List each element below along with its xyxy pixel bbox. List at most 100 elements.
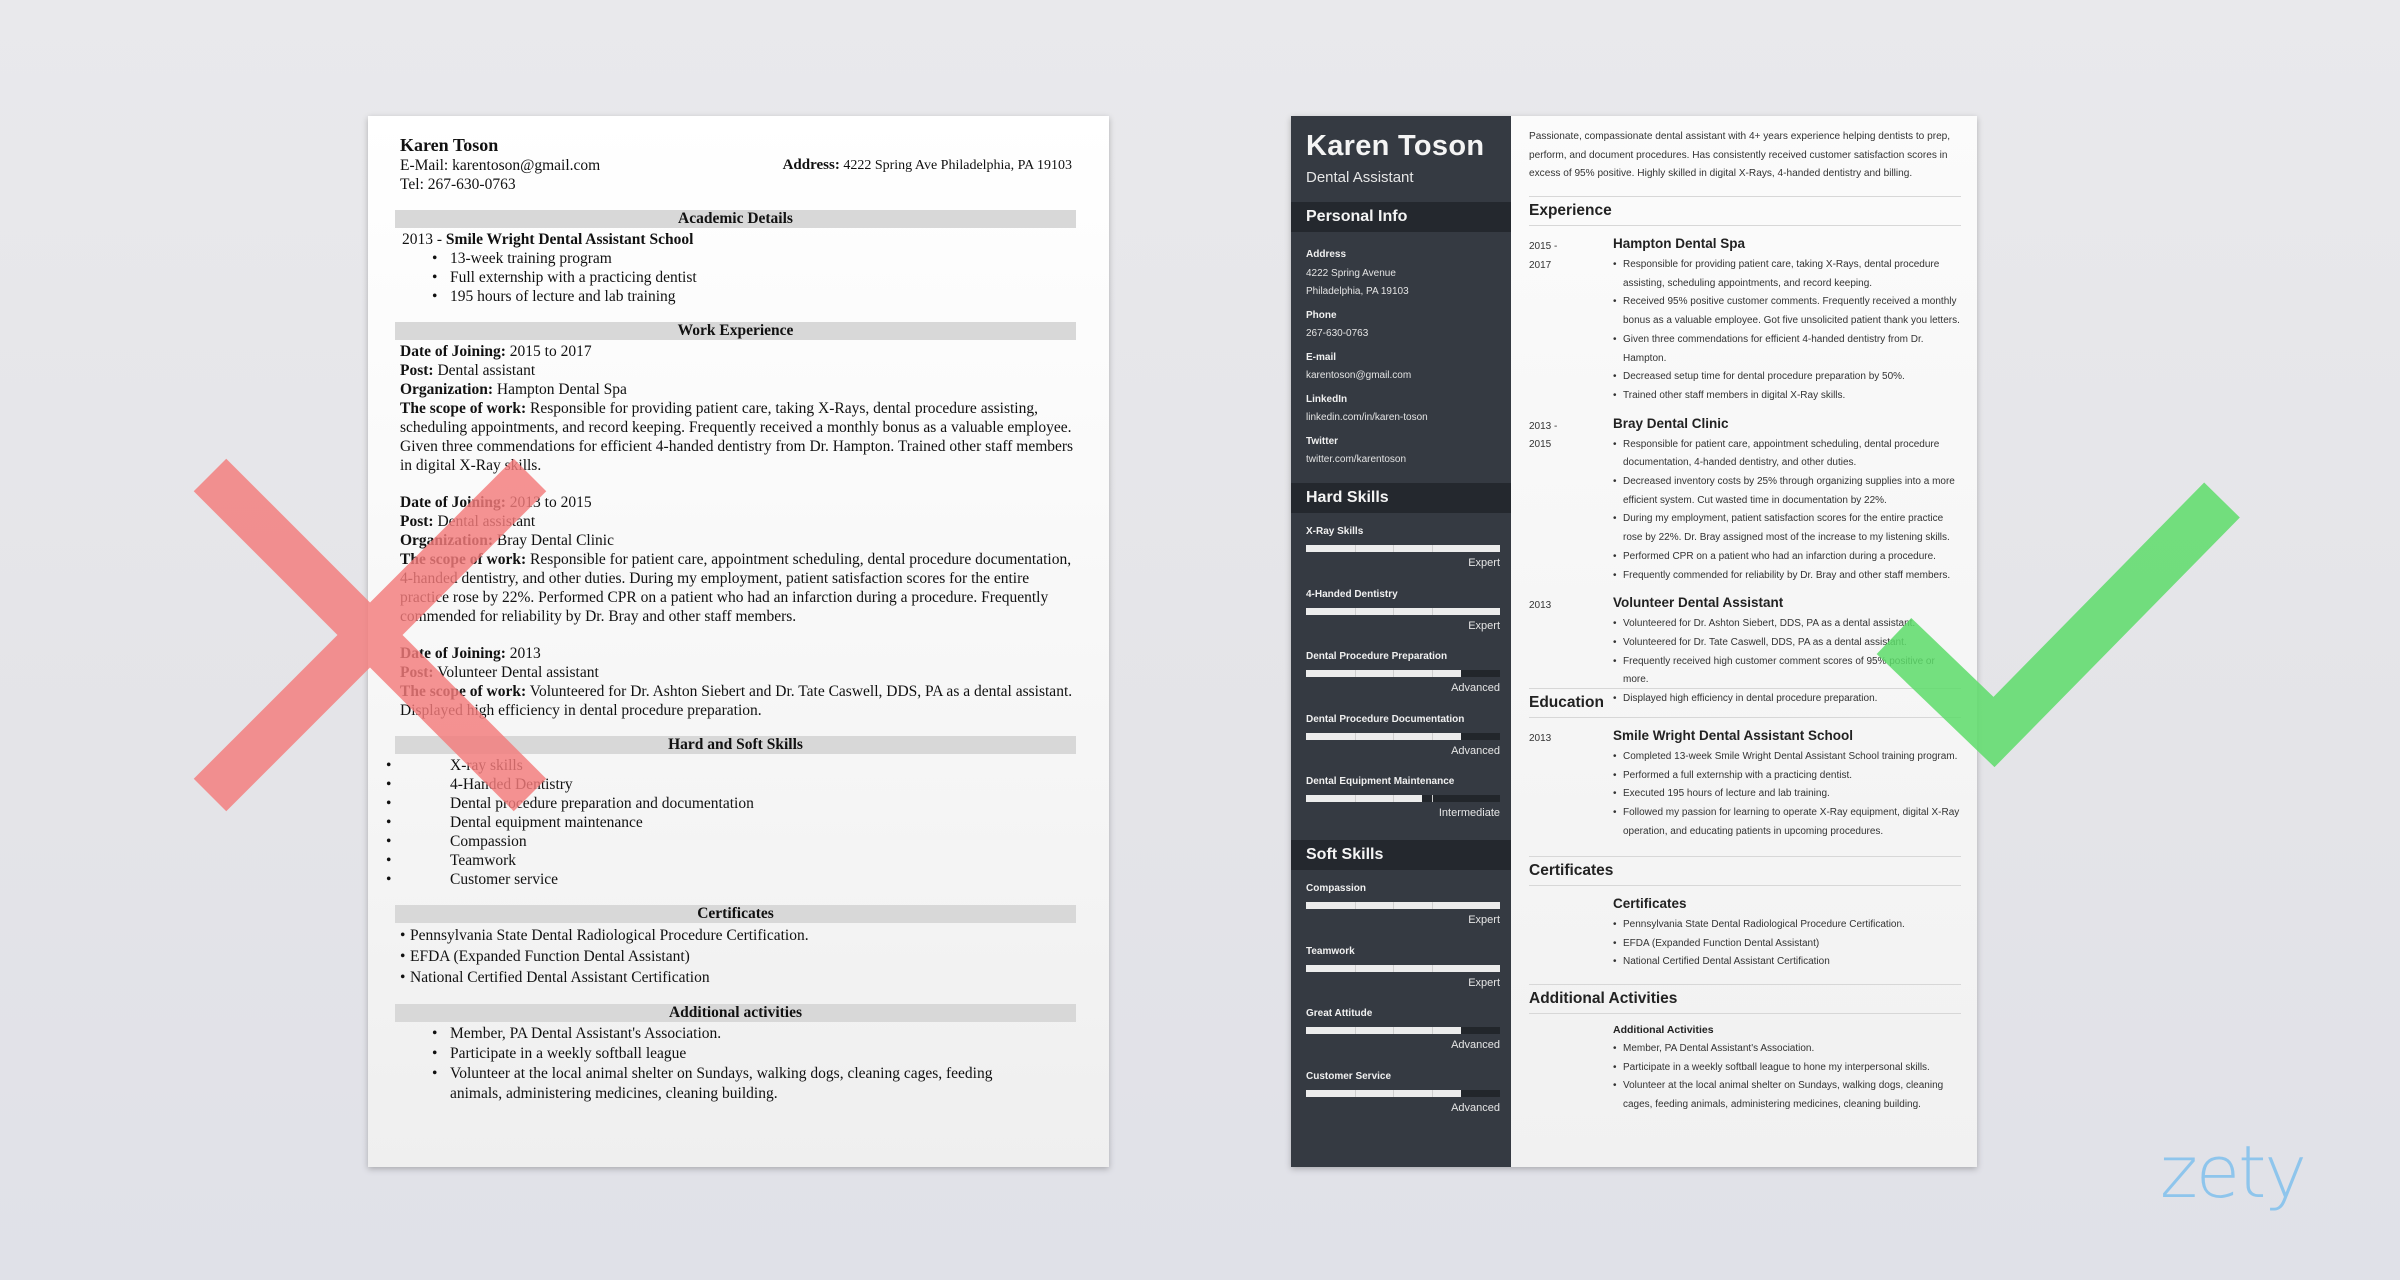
certificates-list: Pennsylvania State Dental Radiological P…	[398, 925, 1078, 988]
skill-bar	[1306, 1027, 1500, 1034]
skill-bar	[1306, 964, 1500, 972]
skill-bar	[1306, 732, 1500, 740]
skill-bar-tick	[1393, 902, 1395, 909]
job-org: Hampton Dental Spa	[496, 381, 627, 398]
section-header: Hard and Soft Skills	[395, 736, 1076, 754]
list-item: Responsible for providing patient care, …	[1613, 256, 1961, 293]
entry-bullets: Responsible for patient care, appointmen…	[1613, 436, 1961, 586]
job-date: 2013 to 2015	[509, 494, 592, 511]
school-name: Smile Wright Dental Assistant School	[445, 231, 694, 248]
skill-bar-fill	[1306, 545, 1500, 552]
list-item: Given three commendations for efficient …	[1613, 331, 1961, 368]
date-label: Date of Joining:	[400, 645, 506, 662]
work-section: Work Experience Date of Joining: 2015 to…	[395, 322, 1078, 720]
entry-title: Smile Wright Dental Assistant School	[1613, 728, 1854, 743]
tel-line: Tel: 267-630-0763	[400, 176, 516, 193]
personal-info: Address 4222 Spring Avenue Philadelphia,…	[1306, 244, 1428, 470]
skill-bar-tick	[1354, 545, 1356, 552]
education-entry: 2013 Smile Wright Dental Assistant Schoo…	[1529, 726, 1961, 842]
list-item: Compassion	[386, 832, 1078, 851]
skill-level: Advanced	[1451, 744, 1500, 757]
skill-bar-tick	[1432, 795, 1434, 802]
list-item: Received 95% positive customer comments.…	[1613, 293, 1961, 330]
education-bullets: 13-week training program Full externship…	[398, 249, 1078, 306]
list-item: Full externship with a practicing dentis…	[398, 268, 1078, 287]
list-item: Volunteered for Dr. Tate Caswell, DDS, P…	[1613, 634, 1961, 653]
list-item: 195 hours of lecture and lab training	[398, 287, 1078, 306]
academic-section: Academic Details 2013 - Smile Wright Den…	[395, 210, 1078, 306]
list-item: Performed a full externship with a pract…	[1613, 767, 1961, 786]
address-value: 4222 Spring Ave Philadelphia, PA 19103	[843, 158, 1072, 173]
skill-item: X-Ray Skills Expert	[1306, 526, 1500, 589]
list-item: National Certified Dental Assistant Cert…	[1613, 953, 1961, 972]
activities-entry: Additional Activities Member, PA Dental …	[1529, 1022, 1961, 1115]
list-item: EFDA (Expanded Function Dental Assistant…	[398, 946, 1078, 967]
skill-name: X-Ray Skills	[1306, 526, 1364, 537]
post-label: Post:	[400, 362, 434, 379]
entry-date: 2013 - 2015	[1529, 420, 1558, 451]
section-header: Additional activities	[395, 1004, 1076, 1022]
certificates-section: Certificates Certificates Pennsylvania S…	[1529, 856, 1961, 972]
skill-level: Expert	[1468, 914, 1500, 926]
job-entry: Date of Joining: 2015 to 2017 Post: Dent…	[400, 342, 1078, 475]
skill-level: Expert	[1468, 557, 1500, 569]
experience-entries: 2015 - 2017 Hampton Dental Spa Responsible…	[1529, 234, 1961, 709]
skill-level: Expert	[1468, 619, 1500, 632]
entry-date: 2013	[1529, 733, 1552, 744]
job-post: Dental assistant	[437, 362, 536, 379]
list-item: X-ray skills	[386, 756, 1078, 775]
personal-info-header: Personal Info	[1291, 202, 1511, 232]
post-label: Post:	[400, 513, 434, 530]
info-value: karentoson@gmail.com	[1306, 370, 1412, 381]
bad-resume-example: Karen Toson E-Mail: karentoson@gmail.com…	[368, 116, 1109, 1167]
skill-bar-fill	[1306, 964, 1500, 972]
skill-item: Customer Service Advanced	[1306, 1071, 1500, 1134]
skill-bar-tick	[1432, 902, 1434, 909]
skill-level: Expert	[1468, 976, 1500, 989]
good-resume-example: Karen Toson Dental Assistant Personal In…	[1291, 116, 1977, 1167]
skill-level: Advanced	[1451, 1039, 1500, 1051]
skill-bar-tick	[1393, 1027, 1395, 1034]
skill-bar-tick	[1393, 545, 1395, 552]
entry-date: 2013	[1529, 600, 1552, 612]
list-item: Executed 195 hours of lecture and lab tr…	[1613, 785, 1961, 804]
resume-sidebar: Karen Toson Dental Assistant Personal In…	[1291, 116, 1511, 1167]
education-title: 2013 - Smile Wright Dental Assistant Sch…	[402, 230, 1078, 249]
certificates-section: Certificates Pennsylvania State Dental R…	[395, 905, 1078, 988]
skill-bar	[1306, 1089, 1500, 1097]
skill-bar-fill	[1306, 795, 1423, 802]
list-item: Participate in a weekly softball league …	[1613, 1059, 1961, 1078]
job-entry: Date of Joining: 2013 Post: Volunteer De…	[400, 644, 1078, 720]
scope-label: The scope of work:	[400, 400, 527, 417]
list-item: During my employment, patient satisfacti…	[1613, 510, 1961, 547]
list-item: Volunteer at the local animal shelter on…	[398, 1064, 1078, 1104]
info-label: LinkedIn	[1306, 393, 1348, 405]
section-header: Additional Activities	[1529, 984, 1961, 1014]
info-label: Phone	[1306, 309, 1337, 321]
experience-entry: 2015 - 2017 Hampton Dental Spa Responsible…	[1529, 234, 1961, 406]
entry-date: 2015 - 2017	[1529, 241, 1558, 271]
soft-skills-header: Soft Skills	[1291, 840, 1511, 870]
skill-bar-tick	[1354, 607, 1356, 615]
skill-name: Dental Procedure Preparation	[1306, 651, 1448, 662]
skills-list: X-ray skills 4-Handed Dentistry Dental p…	[386, 756, 1078, 889]
skill-bar-tick	[1393, 732, 1395, 740]
skill-bar-fill	[1306, 1089, 1462, 1097]
zety-logo: zety	[2160, 1130, 2307, 1214]
job-entry: Date of Joining: 2013 to 2015 Post: Dent…	[400, 493, 1078, 626]
list-item: Decreased setup time for dental procedur…	[1613, 368, 1961, 387]
resume-name: Karen Toson	[1306, 130, 1485, 162]
entry-title: Bray Dental Clinic	[1613, 415, 1729, 431]
entry-title: Hampton Dental Spa	[1613, 236, 1746, 251]
scope-label: The scope of work:	[400, 551, 527, 568]
list-item: Responsible for patient care, appointmen…	[1613, 436, 1961, 473]
contact-block: E-Mail: karentoson@gmail.com Tel: 267-63…	[400, 156, 1078, 194]
skill-item: Great Attitude Advanced	[1306, 1008, 1500, 1071]
list-item: EFDA (Expanded Function Dental Assistant…	[1613, 935, 1961, 954]
skill-bar-fill	[1306, 607, 1500, 615]
skill-bar	[1306, 902, 1500, 909]
list-item: Followed my passion for learning to oper…	[1613, 804, 1961, 841]
resume-role: Dental Assistant	[1306, 169, 1414, 186]
section-header: Work Experience	[395, 322, 1076, 340]
skill-name: Customer Service	[1306, 1070, 1392, 1082]
